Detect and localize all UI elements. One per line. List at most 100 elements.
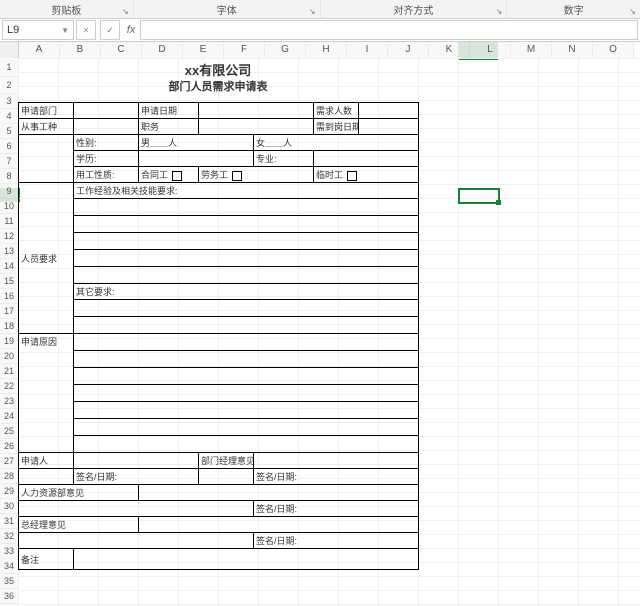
worksheet[interactable]: ABCDEFGHIJKLMNO 123456789101112131415161…: [0, 42, 640, 606]
form-area: xx有限公司 部门人员需求申请表 申请部门 申请日期 需求人数: [18, 58, 418, 570]
row-header[interactable]: 13: [0, 244, 18, 259]
field-work-exp[interactable]: [74, 199, 419, 216]
field-position[interactable]: [199, 119, 314, 135]
grid-body[interactable]: xx有限公司 部门人员需求申请表 申请部门 申请日期 需求人数: [18, 58, 640, 606]
field-applicant[interactable]: [74, 453, 199, 469]
field-gm-opinion[interactable]: [139, 517, 419, 533]
label-sign-date-3: 签名/日期:: [254, 501, 419, 517]
field-need-count[interactable]: [359, 103, 419, 119]
field-apply-dept[interactable]: [74, 103, 139, 119]
row-header[interactable]: 5: [0, 124, 18, 139]
row-header[interactable]: 20: [0, 349, 18, 364]
label-need-count: 需求人数: [314, 103, 359, 119]
column-header[interactable]: E: [183, 42, 224, 58]
row-header[interactable]: 35: [0, 574, 18, 589]
fx-icon[interactable]: fx: [122, 21, 140, 39]
row-header[interactable]: 25: [0, 424, 18, 439]
dialog-launcher-icon[interactable]: ↘: [122, 7, 129, 16]
column-header[interactable]: M: [511, 42, 552, 58]
field-education[interactable]: [139, 151, 254, 167]
dialog-launcher-icon[interactable]: ↘: [629, 7, 636, 16]
row-header[interactable]: 31: [0, 514, 18, 529]
row-header[interactable]: 4: [0, 109, 18, 124]
label-labor: 劳务工: [199, 167, 314, 183]
row-header[interactable]: 11: [0, 214, 18, 229]
name-box[interactable]: L9 ▼: [2, 20, 74, 40]
row-header[interactable]: 28: [0, 469, 18, 484]
dialog-launcher-icon[interactable]: ↘: [496, 7, 503, 16]
row-header[interactable]: 2: [0, 77, 18, 94]
active-row-indicator: [0, 188, 20, 202]
field-arrive-date[interactable]: [359, 119, 419, 135]
row-header[interactable]: 24: [0, 409, 18, 424]
column-header[interactable]: A: [19, 42, 60, 58]
row-header[interactable]: 15: [0, 274, 18, 289]
row-header[interactable]: 34: [0, 559, 18, 574]
field-major[interactable]: [314, 151, 419, 167]
ribbon-group-labels: 剪贴板 ↘ 字体 ↘ 对齐方式 ↘ 数字 ↘: [0, 0, 640, 19]
column-header[interactable]: C: [101, 42, 142, 58]
ribbon-group-number: 数字 ↘: [507, 0, 640, 18]
row-header[interactable]: 12: [0, 229, 18, 244]
column-header[interactable]: F: [224, 42, 265, 58]
column-header[interactable]: J: [388, 42, 429, 58]
row-header[interactable]: 36: [0, 589, 18, 604]
column-header[interactable]: D: [142, 42, 183, 58]
row-header[interactable]: 7: [0, 154, 18, 169]
row-header[interactable]: 1: [0, 58, 18, 77]
ribbon-group-clipboard: 剪贴板 ↘: [0, 0, 134, 18]
row-header[interactable]: 19: [0, 334, 18, 349]
row-header[interactable]: 23: [0, 394, 18, 409]
label-fulltime: 合同工: [139, 167, 199, 183]
ribbon-label: 字体: [217, 2, 237, 17]
field-reason[interactable]: [74, 334, 419, 351]
form-subtitle: 部门人员需求申请表: [18, 78, 418, 94]
column-header[interactable]: I: [347, 42, 388, 58]
dialog-launcher-icon[interactable]: ↘: [309, 7, 316, 16]
column-header[interactable]: B: [60, 42, 101, 58]
row-header[interactable]: 22: [0, 379, 18, 394]
column-header[interactable]: N: [552, 42, 593, 58]
checkbox-icon[interactable]: [347, 171, 357, 181]
label-sign-date-2: 签名/日期:: [254, 469, 419, 485]
row-header[interactable]: 3: [0, 94, 18, 109]
field-remark[interactable]: [74, 549, 419, 570]
row-header[interactable]: 18: [0, 319, 18, 334]
label-reason: 申请原因: [19, 334, 74, 453]
select-all-corner[interactable]: [0, 42, 19, 58]
label-apply-date: 申请日期: [139, 103, 199, 119]
row-header[interactable]: 26: [0, 439, 18, 454]
row-header[interactable]: 8: [0, 169, 18, 184]
ribbon-label: 对齐方式: [393, 2, 433, 17]
company-title: xx有限公司: [18, 58, 418, 78]
enter-formula-button[interactable]: ✓: [100, 20, 120, 40]
checkbox-icon[interactable]: [172, 171, 182, 181]
field-hr-opinion[interactable]: [139, 485, 419, 501]
row-header[interactable]: 17: [0, 304, 18, 319]
field-dept-mgr[interactable]: [254, 453, 419, 469]
column-header[interactable]: O: [593, 42, 634, 58]
label-gender: 性别:: [74, 135, 139, 151]
formula-bar-row: L9 ▼ × ✓ fx: [0, 19, 640, 42]
row-header[interactable]: 27: [0, 454, 18, 469]
field-apply-date[interactable]: [199, 103, 314, 119]
row-header[interactable]: 14: [0, 259, 18, 274]
row-header[interactable]: 30: [0, 499, 18, 514]
row-header[interactable]: 16: [0, 289, 18, 304]
column-header[interactable]: G: [265, 42, 306, 58]
field-other-req[interactable]: [74, 300, 419, 317]
column-header[interactable]: H: [306, 42, 347, 58]
row-header[interactable]: 33: [0, 544, 18, 559]
chevron-down-icon[interactable]: ▼: [61, 26, 69, 35]
formula-bar[interactable]: [140, 20, 638, 40]
ribbon-label: 数字: [564, 2, 584, 17]
label-female: 女＿＿人: [254, 135, 419, 151]
row-header[interactable]: 29: [0, 484, 18, 499]
row-header[interactable]: 6: [0, 139, 18, 154]
field-job-type[interactable]: [74, 119, 139, 135]
row-header[interactable]: 21: [0, 364, 18, 379]
label-arrive-date: 需到岗日期: [314, 119, 359, 135]
row-header[interactable]: 32: [0, 529, 18, 544]
checkbox-icon[interactable]: [232, 171, 242, 181]
cancel-formula-button[interactable]: ×: [76, 20, 96, 40]
